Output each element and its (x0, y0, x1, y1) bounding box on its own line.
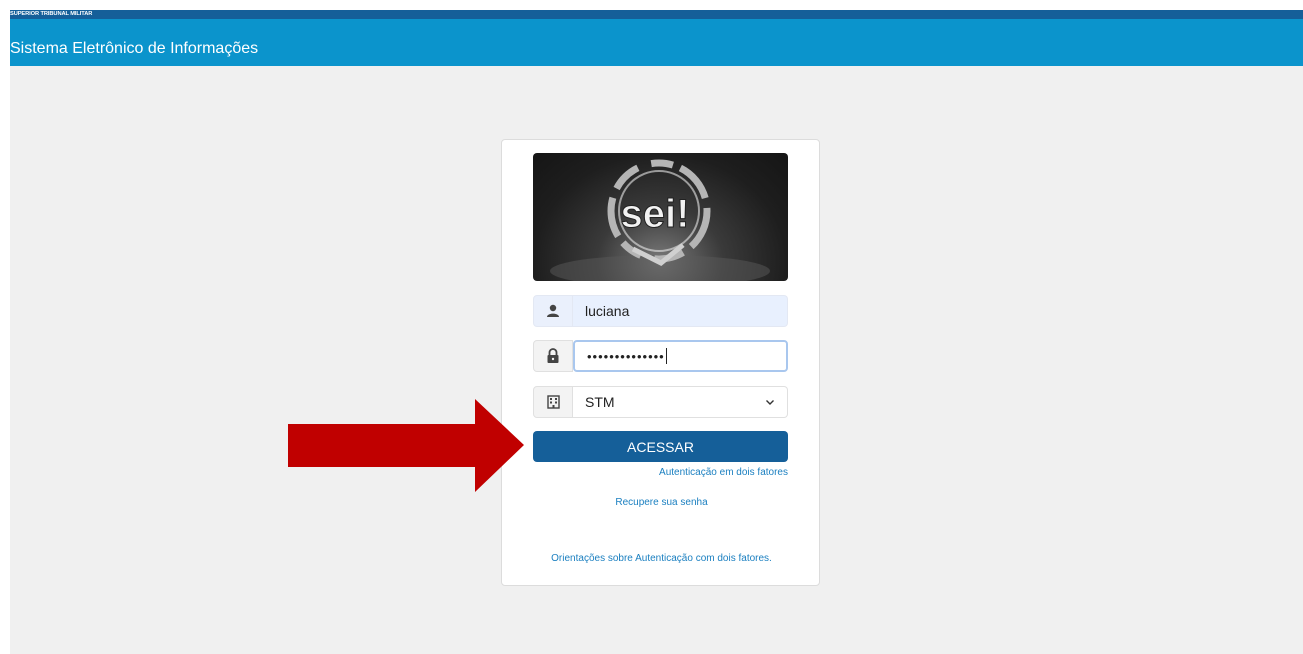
organization-selected: STM (585, 394, 615, 410)
two-factor-link[interactable]: Autenticação em dois fatores (659, 467, 788, 478)
password-mask: •••••••••••••• (587, 348, 665, 364)
username-input[interactable]: luciana (573, 295, 788, 327)
organization-select[interactable]: STM (573, 386, 788, 418)
two-factor-guidance-link[interactable]: Orientações sobre Autenticação com dois … (0, 553, 1303, 564)
sei-logo-graphic: sei! (550, 159, 770, 281)
app-title-bar: Sistema Eletrônico de Informações (10, 19, 1303, 66)
recover-password-link[interactable]: Recupere sua senha (0, 497, 1303, 508)
app-title: Sistema Eletrônico de Informações (10, 40, 259, 57)
arrow-right-icon (288, 399, 524, 492)
password-addon (533, 340, 573, 372)
password-group: •••••••••••••• (533, 340, 788, 372)
org-name: SUPERIOR TRIBUNAL MILITAR (10, 11, 93, 17)
building-icon (546, 395, 560, 409)
organization-addon (533, 386, 573, 418)
org-banner: SUPERIOR TRIBUNAL MILITAR (10, 10, 1303, 19)
organization-group: STM (533, 386, 788, 418)
password-input[interactable]: •••••••••••••• (573, 340, 788, 372)
chevron-down-icon (766, 400, 774, 405)
page: SUPERIOR TRIBUNAL MILITAR Sistema Eletrô… (0, 0, 1303, 654)
text-caret (665, 348, 667, 364)
sei-logo: sei! (533, 153, 788, 281)
logo-text: sei! (621, 192, 690, 236)
username-group: luciana (533, 295, 788, 327)
user-icon (547, 304, 559, 317)
lock-icon (547, 348, 559, 363)
username-addon (533, 295, 573, 327)
acessar-button[interactable]: ACESSAR (533, 431, 788, 462)
